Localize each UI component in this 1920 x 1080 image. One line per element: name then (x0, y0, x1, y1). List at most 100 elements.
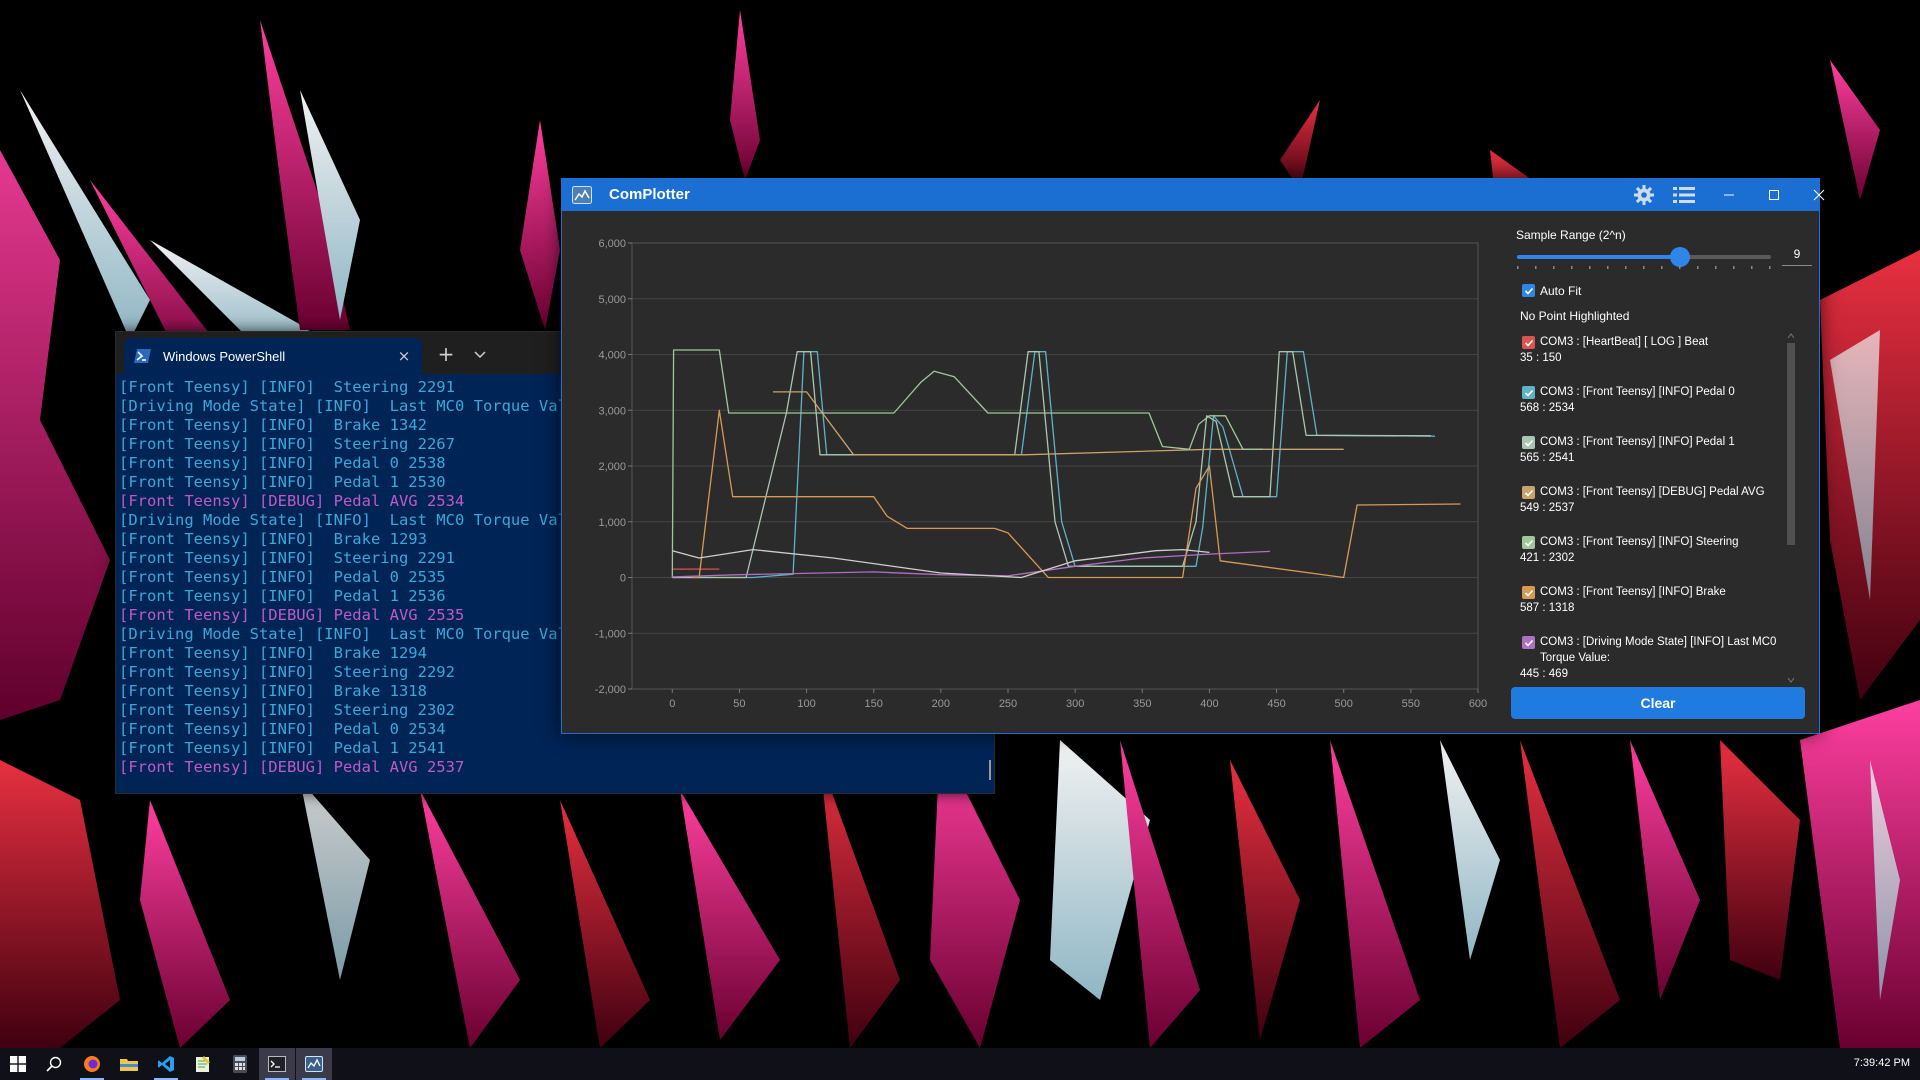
terminal-tab-powershell[interactable]: Windows PowerShell × (124, 338, 422, 374)
list-view-button[interactable] (1662, 179, 1706, 211)
minimize-button[interactable] (1707, 179, 1751, 211)
scrollbar-thumb[interactable] (1787, 343, 1795, 545)
slider-tick (1661, 266, 1663, 269)
slider-tick (1715, 266, 1717, 269)
highlight-status: No Point Highlighted (1520, 309, 1630, 323)
series-visibility-checkbox[interactable] (1522, 536, 1535, 549)
x-tick-label: 550 (1402, 698, 1420, 710)
series-last-values: 549 : 2537 (1520, 502, 1575, 514)
series-list-item[interactable]: COM3 : [Front Teensy] [INFO] Pedal 0 568 … (1516, 382, 1786, 430)
complotter-window[interactable]: ComPlotter 6,000 5,000 4,000 3,000 2,000… (561, 178, 1825, 734)
series-visibility-checkbox[interactable] (1522, 386, 1535, 399)
series-list-scrollbar[interactable] (1784, 329, 1798, 687)
series-last-values: 565 : 2541 (1520, 452, 1575, 464)
gear-icon (1634, 185, 1654, 205)
taskbar-complotter[interactable] (296, 1048, 332, 1080)
slider-tick (1643, 266, 1645, 269)
terminal-scrollbar[interactable] (989, 760, 991, 780)
series-name: COM3 : [HeartBeat] [ LOG ] Beat (1540, 336, 1709, 348)
slider-tick (1571, 266, 1573, 269)
series-visibility-checkbox[interactable] (1522, 636, 1535, 649)
series-list-item[interactable]: COM3 : [Front Teensy] [INFO] Pedal 1 565 … (1516, 432, 1786, 480)
start-button[interactable] (0, 1048, 36, 1080)
slider-tick (1625, 266, 1627, 269)
series-visibility-checkbox[interactable] (1522, 436, 1535, 449)
maximize-icon (1769, 190, 1779, 200)
control-panel: Sample Range (2^n) 9 Auto Fit No Point H… (1508, 211, 1814, 731)
x-tick-label: 100 (797, 698, 815, 710)
series-name: COM3 : [Front Teensy] [DEBUG] Pedal AVG (1540, 486, 1765, 498)
slider-thumb[interactable] (1670, 247, 1691, 267)
taskbar-file-explorer[interactable] (111, 1048, 147, 1080)
slider-tick (1697, 266, 1699, 269)
checkmark-icon (1524, 639, 1533, 647)
slider-tick (1553, 266, 1555, 269)
taskbar-vscode[interactable] (148, 1048, 184, 1080)
series-last-values: 587 : 1318 (1520, 602, 1575, 614)
series-list-item[interactable]: COM3 : [HeartBeat] [ LOG ] Beat 35 : 150 (1516, 332, 1786, 380)
series-list-item[interactable]: COM3 : [Driving Mode State] [INFO] Last … (1516, 632, 1786, 680)
x-tick-label: 50 (733, 698, 745, 710)
new-tab-button[interactable]: + (434, 342, 458, 366)
slider-tick (1535, 266, 1537, 269)
firefox-icon (84, 1056, 100, 1072)
terminal-icon (268, 1056, 286, 1072)
taskbar-terminal[interactable] (259, 1048, 295, 1080)
y-tick-label: -2,000 (595, 684, 626, 696)
desktop: Windows PowerShell × + [Front Teensy] [I… (0, 0, 1920, 1080)
sample-range-value[interactable]: 9 (1782, 247, 1812, 266)
checkmark-icon (1524, 389, 1533, 397)
close-button[interactable] (1797, 179, 1841, 211)
series-list-item[interactable]: COM3 : [Front Teensy] [INFO] Brake 587 : … (1516, 582, 1786, 630)
y-tick-label: 6,000 (598, 238, 626, 250)
series-last-values: 568 : 2534 (1520, 402, 1575, 414)
search-button[interactable] (36, 1048, 72, 1080)
clear-button[interactable]: Clear (1511, 687, 1805, 719)
slider-tick (1751, 266, 1753, 269)
maximize-button[interactable] (1752, 179, 1796, 211)
powershell-icon (134, 349, 151, 363)
complotter-titlebar[interactable]: ComPlotter (562, 179, 1825, 211)
close-tab-icon[interactable]: × (396, 347, 412, 365)
series-list-item[interactable]: COM3 : [Front Teensy] [INFO] Steering 421… (1516, 532, 1786, 580)
close-icon (1813, 189, 1825, 201)
checkmark-icon (1524, 589, 1533, 597)
x-tick-label: 450 (1267, 698, 1285, 710)
terminal-tab-title: Windows PowerShell (163, 348, 286, 364)
y-tick-label: 1,000 (598, 517, 626, 529)
chevron-down-icon[interactable] (468, 342, 492, 366)
window-title: ComPlotter (609, 186, 690, 203)
terminal-line: [Front Teensy] [INFO] Pedal 1 2541 (119, 739, 446, 757)
series-visibility-checkbox[interactable] (1522, 336, 1535, 349)
x-tick-label: 300 (1066, 698, 1084, 710)
x-tick-label: 600 (1469, 698, 1487, 710)
auto-fit-label[interactable]: Auto Fit (1540, 284, 1581, 298)
minimize-icon (1724, 194, 1734, 196)
taskbar-notepad[interactable] (185, 1048, 221, 1080)
y-tick-label: 3,000 (598, 405, 626, 417)
complotter-body: 6,000 5,000 4,000 3,000 2,000 1,000 0 -1,000 -2,… (562, 211, 1819, 733)
series-list-item[interactable]: COM3 : [Front Teensy] [DEBUG] Pedal AVG 5… (1516, 482, 1786, 530)
slider-tick (1607, 266, 1609, 269)
taskbar-clock[interactable]: 7:39:42 PM (1854, 1057, 1910, 1069)
slider-tick (1769, 266, 1771, 269)
taskbar-firefox[interactable] (74, 1048, 110, 1080)
series-visibility-checkbox[interactable] (1522, 486, 1535, 499)
x-tick-label: 0 (669, 698, 675, 710)
series-list[interactable]: COM3 : [HeartBeat] [ LOG ] Beat 35 : 150 C… (1516, 329, 1796, 685)
slider-tick (1517, 266, 1519, 269)
plot-area[interactable]: 6,000 5,000 4,000 3,000 2,000 1,000 0 -1,000 -2,… (568, 217, 1502, 711)
series-name: COM3 : [Front Teensy] [INFO] Pedal 1 (1540, 436, 1735, 448)
search-icon (46, 1056, 62, 1072)
y-tick-label: 5,000 (598, 294, 626, 306)
series-name: COM3 : [Front Teensy] [INFO] Brake (1540, 586, 1726, 598)
slider-tick (1679, 266, 1681, 269)
x-tick-label: 250 (999, 698, 1017, 710)
auto-fit-checkbox[interactable] (1522, 284, 1535, 297)
x-tick-label: 350 (1133, 698, 1151, 710)
x-tick-label: 500 (1335, 698, 1353, 710)
series-visibility-checkbox[interactable] (1522, 586, 1535, 599)
settings-button[interactable] (1622, 179, 1666, 211)
taskbar-calculator[interactable] (222, 1048, 258, 1080)
sample-range-slider[interactable] (1517, 247, 1771, 267)
